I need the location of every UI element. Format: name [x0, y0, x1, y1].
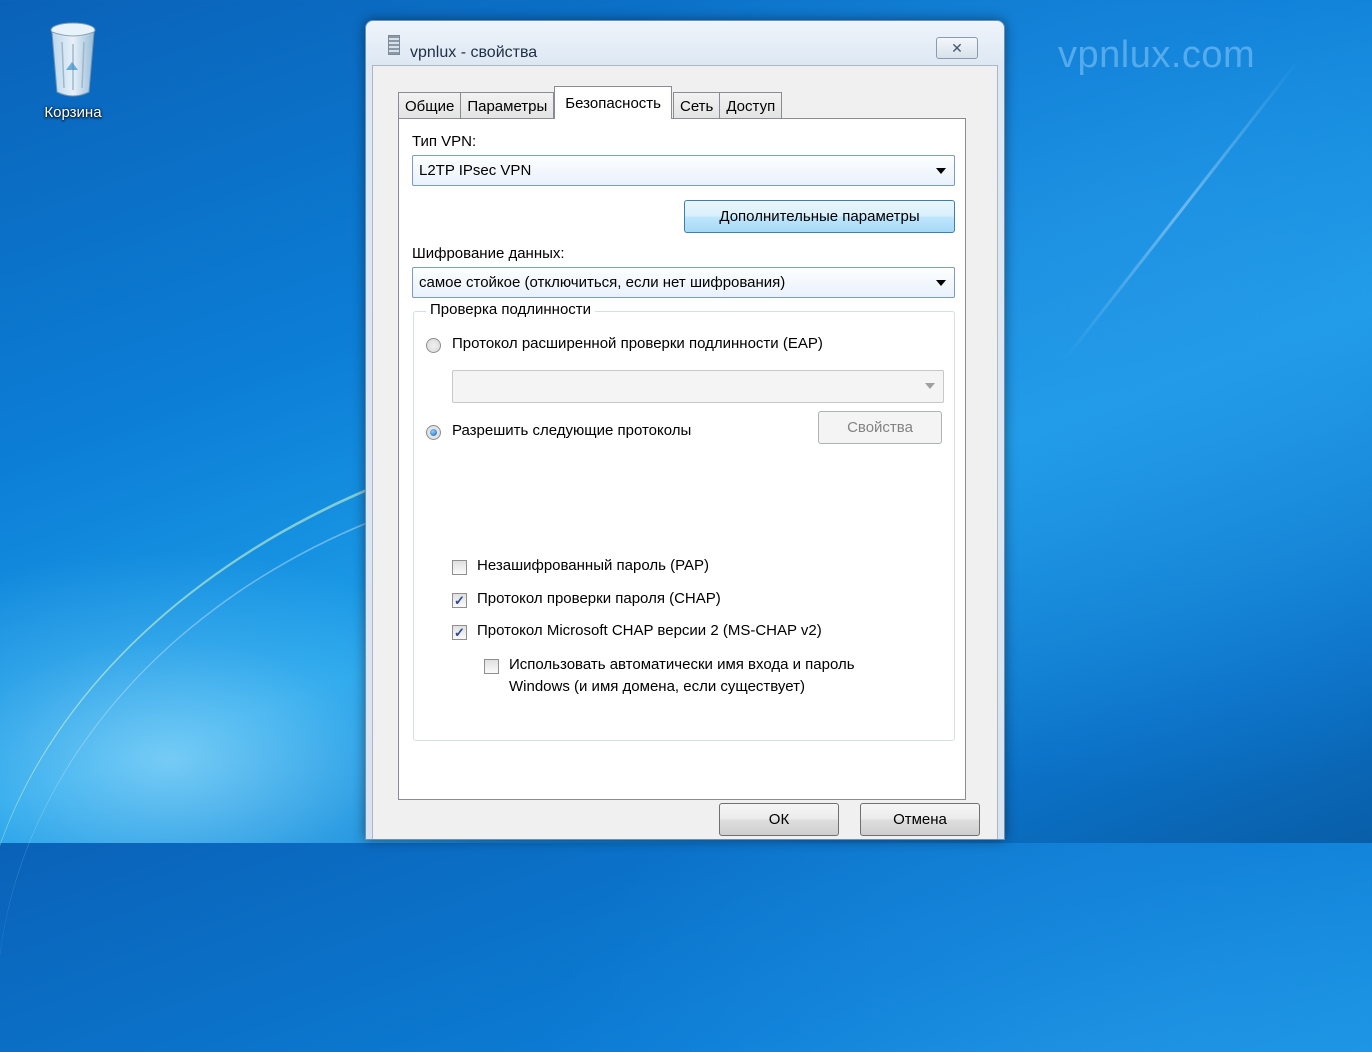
- encryption-select[interactable]: самое стойкое (отключиться, если нет шиф…: [412, 267, 955, 298]
- pap-checkbox[interactable]: ✓: [452, 560, 467, 575]
- window-title: vpnlux - свойства: [410, 44, 538, 61]
- advanced-settings-button[interactable]: Дополнительные параметры: [684, 200, 955, 233]
- watermark-text: vpnlux.com: [1058, 34, 1256, 76]
- eap-radio[interactable]: [426, 338, 441, 353]
- auto-logon-checkbox[interactable]: ✓: [484, 659, 499, 674]
- mschap-v2-checkbox[interactable]: ✓: [452, 625, 467, 640]
- auto-logon-label-line2: Windows (и имя домена, если существует): [509, 678, 805, 695]
- title-bar[interactable]: vpnlux - свойства ✕: [366, 21, 1004, 61]
- wallpaper-streak: [1063, 59, 1300, 361]
- vpn-type-value: L2TP IPsec VPN: [419, 162, 532, 179]
- close-button[interactable]: ✕: [936, 37, 978, 59]
- authentication-group-title: Проверка подлинности: [426, 301, 596, 318]
- connection-icon: [388, 35, 400, 55]
- recycle-bin-icon: [50, 22, 96, 97]
- desktop-icon-recycle-bin[interactable]: Корзина: [28, 20, 118, 121]
- security-tab-panel: Тип VPN: L2TP IPsec VPN Дополнительные п…: [398, 118, 966, 800]
- chevron-down-icon: [925, 383, 935, 389]
- chevron-down-icon: [936, 280, 946, 286]
- tab-networking[interactable]: Сеть: [672, 92, 721, 119]
- eap-radio-label: Протокол расширенной проверки подлинност…: [452, 335, 823, 352]
- chap-label: Протокол проверки пароля (CHAP): [477, 590, 721, 607]
- tab-strip: Общие Параметры Безопасность Сеть Доступ: [398, 86, 783, 119]
- eap-method-select[interactable]: [452, 370, 944, 403]
- pap-label: Незашифрованный пароль (PAP): [477, 557, 709, 574]
- auto-logon-label-line1: Использовать автоматически имя входа и п…: [509, 656, 855, 673]
- cancel-button[interactable]: Отмена: [860, 803, 980, 836]
- ok-button[interactable]: ОК: [719, 803, 839, 836]
- close-icon: ✕: [951, 39, 963, 56]
- check-mark-icon: ✓: [454, 593, 465, 608]
- vpn-type-label: Тип VPN:: [412, 133, 477, 150]
- encryption-value: самое стойкое (отключиться, если нет шиф…: [419, 274, 786, 291]
- tab-sharing[interactable]: Доступ: [719, 92, 783, 119]
- tab-general[interactable]: Общие: [398, 92, 462, 119]
- allow-protocols-radio[interactable]: [426, 425, 441, 440]
- recycle-bin-label: Корзина: [44, 104, 102, 121]
- auth-properties-button[interactable]: Свойства: [818, 411, 942, 444]
- mschap-v2-label: Протокол Microsoft CHAP версии 2 (MS-CHA…: [477, 622, 822, 639]
- tab-options[interactable]: Параметры: [460, 92, 555, 119]
- tab-security[interactable]: Безопасность: [554, 86, 672, 119]
- allow-protocols-label: Разрешить следующие протоколы: [452, 422, 692, 439]
- check-mark-icon: ✓: [454, 625, 465, 640]
- vpn-type-select[interactable]: L2TP IPsec VPN: [412, 155, 955, 186]
- chevron-down-icon: [936, 168, 946, 174]
- encryption-label: Шифрование данных:: [412, 245, 565, 262]
- desktop: vpnlux.com Корзина vpnlux - свойства ✕ О…: [0, 0, 1372, 1052]
- chap-checkbox[interactable]: ✓: [452, 593, 467, 608]
- properties-dialog: vpnlux - свойства ✕ Общие Параметры Безо…: [365, 20, 1005, 840]
- dialog-client-area: Общие Параметры Безопасность Сеть Доступ…: [372, 65, 998, 839]
- authentication-group: Проверка подлинности Протокол расширенно…: [413, 301, 955, 741]
